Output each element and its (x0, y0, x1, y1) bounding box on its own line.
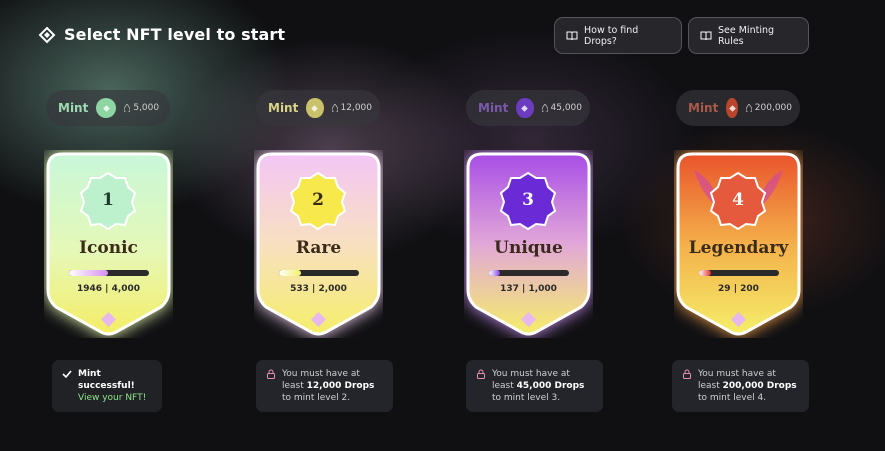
mint-price-value: 45,000 (550, 103, 583, 113)
requirement-suffix: to mint level 4. (698, 393, 767, 403)
mint-label: Mint (58, 101, 89, 115)
lock-icon (266, 368, 276, 404)
progress-fill (279, 270, 301, 276)
page-header: Select NFT level to start (38, 25, 285, 44)
drop-coin-icon (96, 98, 117, 118)
progress-count: 533 | 2,000 (290, 284, 347, 294)
check-icon (62, 368, 72, 404)
drop-coin-icon (306, 98, 324, 118)
progress-count: 29 | 200 (718, 284, 759, 294)
nft-card-rare[interactable]: 2 Rare 533 | 2,000 (254, 150, 383, 338)
mint-price: 12,000 (331, 103, 373, 113)
drops-logo-icon (38, 26, 56, 44)
progress-count: 137 | 1,000 (500, 284, 557, 294)
progress-current: 533 (290, 284, 309, 294)
tier-name: Legendary (688, 238, 789, 258)
progress-target: 200 (740, 284, 759, 294)
gem-icon (311, 312, 326, 327)
mint-price: 5,000 (124, 103, 159, 113)
mint-button-level-4[interactable]: Mint 200,000 (676, 90, 800, 126)
mint-label: Mint (478, 101, 509, 115)
level-column-4: Mint 200,000 4 Legendary 29 | 200 You mu… (658, 90, 818, 412)
gem-icon (731, 312, 746, 327)
requirement-amount: 12,000 Drops (306, 381, 375, 391)
mint-success-text: Mint successful! (78, 369, 135, 391)
requirement-text: You must have at least 12,000 Drops to m… (282, 368, 383, 404)
mint-button-level-1[interactable]: Mint 5,000 (46, 90, 170, 126)
drop-coin-icon (516, 98, 534, 118)
progress-target: 1,000 (528, 284, 557, 294)
mint-price-value: 200,000 (754, 103, 792, 113)
requirement-notice-level-4: You must have at least 200,000 Drops to … (672, 360, 809, 412)
level-number: 1 (102, 190, 114, 210)
requirement-text: You must have at least 45,000 Drops to m… (492, 368, 593, 404)
requirement-suffix: to mint level 2. (282, 393, 351, 403)
gem-icon (101, 312, 116, 327)
mint-price-value: 5,000 (133, 103, 160, 113)
requirement-amount: 200,000 Drops (722, 381, 797, 391)
requirement-suffix: to mint level 3. (492, 393, 561, 403)
mint-label: Mint (688, 101, 719, 115)
nft-card-unique[interactable]: 3 Unique 137 | 1,000 (464, 150, 593, 338)
mint-success-notice: Mint successful! View your NFT! (52, 360, 162, 412)
view-nft-link[interactable]: View your NFT! (78, 393, 146, 403)
progress-count: 1946 | 4,000 (76, 284, 141, 294)
progress-current: 137 (500, 284, 519, 294)
lock-icon (682, 368, 692, 404)
mint-price: 45,000 (541, 103, 583, 113)
progress-target: 2,000 (318, 284, 347, 294)
nft-card-iconic[interactable]: 1 Iconic 1946 | 4,000 (44, 150, 173, 338)
progress-bar (69, 270, 149, 276)
progress-bar (699, 270, 779, 276)
drop-coin-icon (726, 98, 738, 118)
mint-button-level-3[interactable]: Mint 45,000 (466, 90, 590, 126)
progress-fill (69, 270, 109, 276)
nft-card-legendary[interactable]: 4 Legendary 29 | 200 (674, 150, 803, 338)
mint-price: 200,000 (745, 103, 792, 113)
requirement-text: You must have at least 200,000 Drops to … (698, 368, 799, 404)
progress-current: 1946 (76, 284, 103, 294)
see-minting-rules-label: See Minting Rules (718, 24, 775, 47)
requirement-notice-level-2: You must have at least 12,000 Drops to m… (256, 360, 393, 412)
tier-name: Rare (295, 238, 342, 258)
requirement-amount: 45,000 Drops (516, 381, 585, 391)
page-title: Select NFT level to start (64, 25, 286, 44)
book-icon (566, 30, 578, 42)
book-icon (700, 30, 712, 42)
level-column-3: Mint 45,000 3 Unique 137 | 1,000 You mus… (448, 90, 608, 412)
level-number: 4 (732, 190, 744, 210)
gem-icon (521, 312, 536, 327)
progress-current: 29 (718, 284, 731, 294)
progress-bar (279, 270, 359, 276)
mint-price-value: 12,000 (340, 103, 373, 113)
progress-bar (489, 270, 569, 276)
tier-name: Iconic (79, 238, 138, 258)
see-minting-rules-button[interactable]: See Minting Rules (688, 17, 809, 54)
lock-icon (476, 368, 486, 404)
level-number: 3 (522, 190, 534, 210)
progress-target: 4,000 (111, 284, 141, 294)
level-column-2: Mint 12,000 2 Rare 533 | 2,000 You must … (238, 90, 398, 412)
mint-button-level-2[interactable]: Mint 12,000 (256, 90, 380, 126)
progress-fill (699, 270, 711, 276)
requirement-notice-level-3: You must have at least 45,000 Drops to m… (466, 360, 603, 412)
level-number: 2 (312, 190, 324, 210)
mint-label: Mint (268, 101, 299, 115)
progress-fill (489, 270, 501, 276)
how-to-find-drops-button[interactable]: How to find Drops? (554, 17, 682, 54)
how-to-find-drops-label: How to find Drops? (584, 24, 639, 47)
level-column-1: Mint 5,000 1 Iconic 1946 | 4,000 Mint su… (28, 90, 188, 412)
tier-name: Unique (494, 238, 563, 258)
